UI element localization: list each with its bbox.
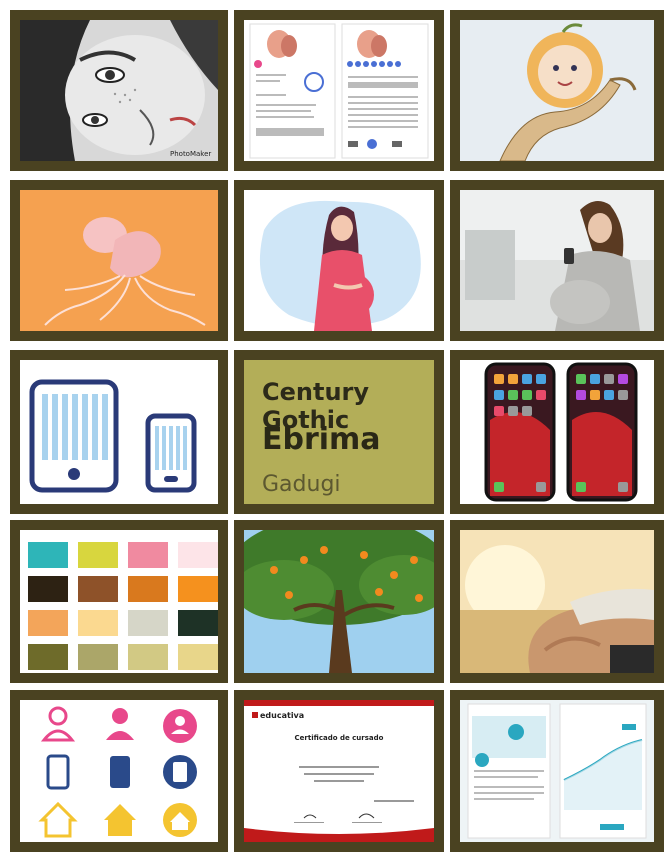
color-swatch <box>28 542 68 568</box>
color-swatch <box>28 576 68 602</box>
icon-set <box>20 700 218 842</box>
tile-iphone-mockups[interactable] <box>450 350 664 514</box>
certificate-brand: educativa <box>260 711 304 720</box>
pregnant-belly-photo <box>460 530 654 673</box>
tile-tablet-phone-icons[interactable] <box>10 350 228 514</box>
photomaker-caption: PhotoMaker <box>170 150 211 158</box>
tile-fetus-illustration[interactable] <box>10 180 228 341</box>
orange-tree-photo <box>244 530 434 673</box>
home-circle-icon <box>163 803 197 837</box>
tile-baby-in-orange-drawing[interactable] <box>450 10 664 171</box>
tile-orange-tree-photo[interactable] <box>234 520 444 683</box>
pregnant-woman-illustration <box>244 190 434 331</box>
iphone-mockups <box>460 360 654 504</box>
tile-certificate[interactable]: educativa Certificado de cursado <box>234 690 444 852</box>
color-swatch <box>28 610 68 636</box>
tile-font-samples[interactable]: Century Gothic Ebrima Gadugi <box>234 350 444 514</box>
freckled-girl-drawing: PhotoMaker <box>20 20 218 161</box>
certificate: educativa Certificado de cursado <box>244 700 434 842</box>
color-swatch <box>178 610 218 636</box>
color-swatch <box>78 542 118 568</box>
tile-pregnant-woman-illustration[interactable] <box>234 180 444 341</box>
phone-circle-icon <box>163 755 197 789</box>
color-swatch <box>178 644 218 670</box>
font-sample-gadugi: Gadugi <box>262 472 341 497</box>
tile-app-screens-blue[interactable] <box>450 690 664 852</box>
tablet-phone-icons <box>20 360 218 504</box>
pregnancy-app-screens <box>244 20 434 161</box>
color-swatch <box>78 644 118 670</box>
color-palette <box>20 530 218 673</box>
fetus-illustration <box>20 190 218 331</box>
color-swatch <box>28 644 68 670</box>
tile-pregnancy-app-screens[interactable] <box>234 10 444 171</box>
phone-filled-icon <box>110 756 130 788</box>
color-swatch <box>128 644 168 670</box>
certificate-title: Certificado de cursado <box>295 734 384 742</box>
baby-in-orange-drawing <box>460 20 654 161</box>
tile-color-palette[interactable] <box>10 520 228 683</box>
color-swatch <box>128 576 168 602</box>
font-samples-panel: Century Gothic Ebrima Gadugi <box>244 360 434 504</box>
font-sample-ebrima: Ebrima <box>262 422 381 457</box>
app-screens-blue <box>460 700 654 842</box>
color-swatch <box>178 542 218 568</box>
color-swatch <box>78 610 118 636</box>
tile-freckled-girl-drawing[interactable]: PhotoMaker <box>10 10 228 171</box>
user-circle-icon <box>163 709 197 743</box>
color-swatch <box>128 610 168 636</box>
tile-pregnant-belly-photo[interactable] <box>450 520 664 683</box>
color-swatch <box>178 576 218 602</box>
color-swatch <box>78 576 118 602</box>
tile-pregnant-woman-phone-photo[interactable] <box>450 180 664 341</box>
pregnant-woman-phone-photo <box>460 190 654 331</box>
color-swatch <box>128 542 168 568</box>
tile-icon-set[interactable] <box>10 690 228 852</box>
